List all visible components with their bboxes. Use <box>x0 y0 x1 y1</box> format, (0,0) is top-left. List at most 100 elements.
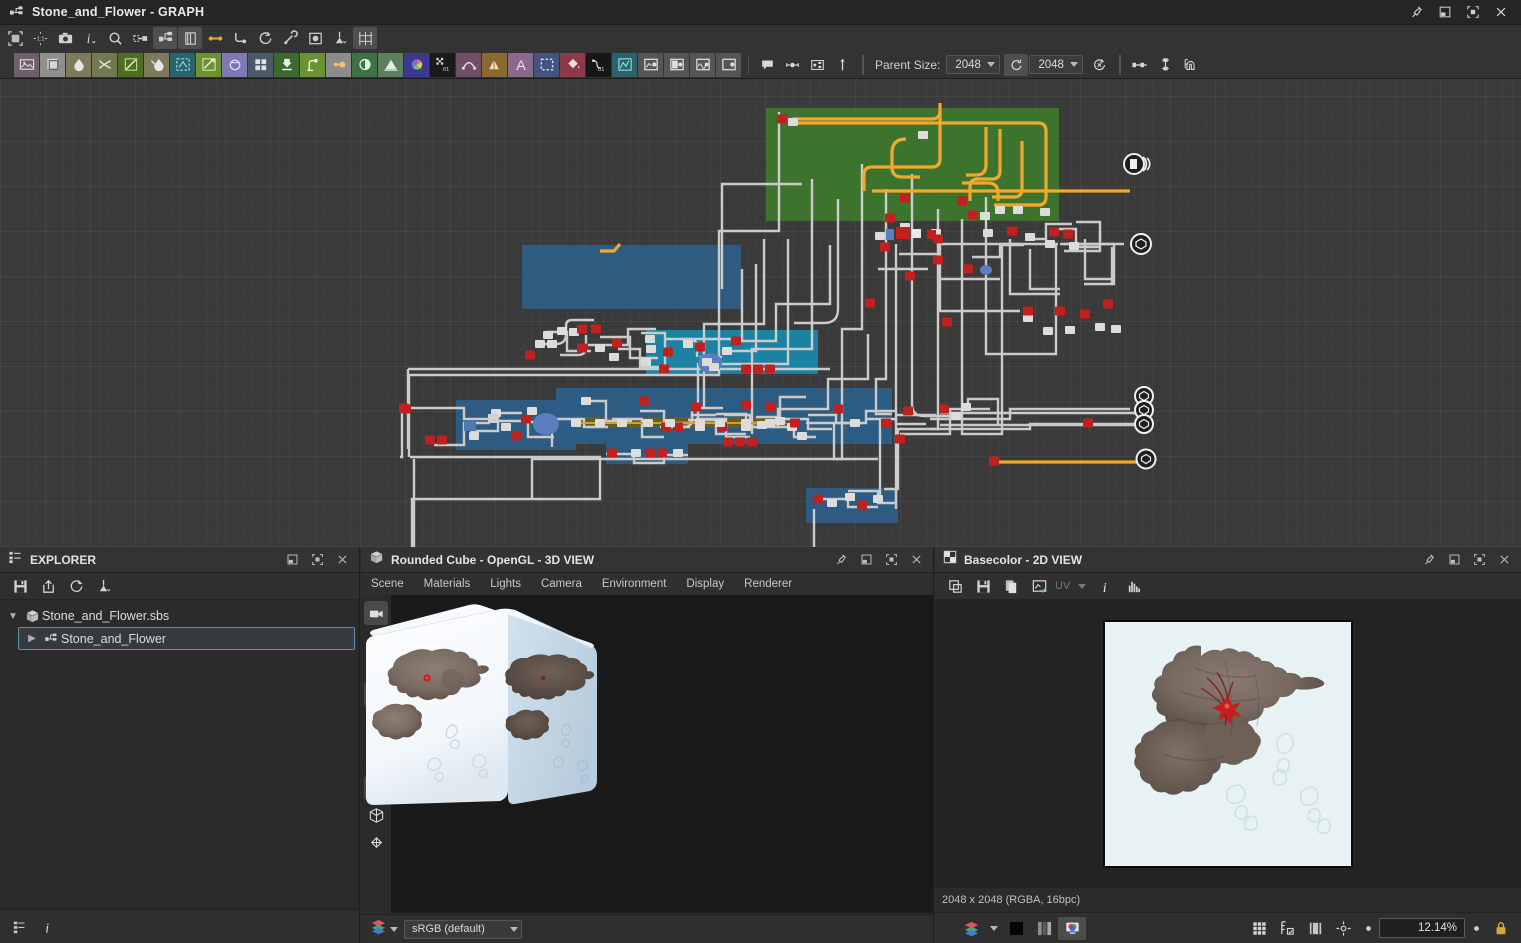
fit-view-button[interactable] <box>3 27 27 49</box>
blend-node-button[interactable] <box>326 52 351 77</box>
graph-link-button[interactable] <box>805 54 829 76</box>
info-icon[interactable]: i <box>78 27 102 49</box>
info-icon[interactable]: i <box>1092 575 1120 598</box>
histogram-node-button[interactable] <box>378 52 403 77</box>
grid-3x3-icon[interactable] <box>1245 917 1273 940</box>
chevron-down-icon[interactable] <box>390 926 398 932</box>
colorspace-dropdown[interactable]: sRGB (default) <box>404 919 522 939</box>
levels-node-button[interactable] <box>352 52 377 77</box>
channel-strips-button[interactable] <box>1030 917 1058 940</box>
menu-scene[interactable]: Scene <box>371 578 404 590</box>
black-swatch-button[interactable] <box>1002 917 1030 940</box>
duplicate-view-icon[interactable] <box>941 575 969 598</box>
size-width-dropdown[interactable]: 2048 <box>946 55 1001 74</box>
spline-node-button[interactable] <box>456 52 481 77</box>
chevron-right-icon[interactable]: ▶ <box>23 633 41 644</box>
tree-item-package[interactable]: ▼ Stone_and_Flower.sbs <box>0 605 359 627</box>
normal-node-button[interactable] <box>482 52 507 77</box>
shape-node-button[interactable] <box>222 52 247 77</box>
colorspace-icon[interactable] <box>369 918 388 940</box>
menu-environment[interactable]: Environment <box>602 578 667 590</box>
tree-item-graph[interactable]: ▶ Stone_and_Flower <box>18 627 355 650</box>
close-panel-button[interactable] <box>1492 547 1517 573</box>
menu-lights[interactable]: Lights <box>490 578 521 590</box>
chevron-down-icon[interactable] <box>990 925 998 931</box>
pattern-node-button[interactable]: 01 <box>430 52 455 77</box>
chevron-down-icon[interactable] <box>1078 583 1087 589</box>
info-icon[interactable]: i <box>34 915 62 938</box>
reset-size-button[interactable] <box>1087 54 1111 76</box>
maximize-button[interactable] <box>1459 0 1487 25</box>
lock-icon[interactable] <box>1487 917 1515 940</box>
grid-snap-icon[interactable] <box>353 27 377 49</box>
layers-icon[interactable] <box>957 917 985 940</box>
material-node-button[interactable] <box>612 52 637 77</box>
bakers-button[interactable] <box>1128 54 1152 76</box>
transform-node-button[interactable] <box>170 52 195 77</box>
curve-node-button[interactable] <box>118 52 143 77</box>
close-panel-button[interactable] <box>904 547 929 573</box>
size-height-dropdown[interactable]: 2048 <box>1029 55 1084 74</box>
fx-node-button[interactable] <box>690 52 715 77</box>
float-panel-button[interactable] <box>280 547 305 573</box>
close-button[interactable] <box>1487 0 1515 25</box>
menu-materials[interactable]: Materials <box>424 578 471 590</box>
reload-button[interactable] <box>62 575 90 598</box>
splatter-node-button[interactable] <box>274 52 299 77</box>
comment-button[interactable] <box>755 54 779 76</box>
menu-display[interactable]: Display <box>686 578 724 590</box>
histogram-icon[interactable] <box>1120 575 1148 598</box>
blur-node-button[interactable] <box>66 52 91 77</box>
texture-preview[interactable] <box>1103 620 1353 868</box>
menu-camera[interactable]: Camera <box>541 578 582 590</box>
chevron-down-icon[interactable]: ▼ <box>4 611 22 622</box>
dependencies-button[interactable] <box>1153 54 1177 76</box>
ruler-icon[interactable] <box>1273 917 1301 940</box>
wrench-icon[interactable] <box>278 27 302 49</box>
broom-icon[interactable] <box>90 575 118 598</box>
tile-node-button[interactable] <box>248 52 273 77</box>
camera-icon[interactable] <box>53 27 77 49</box>
pin-panel-button[interactable] <box>829 547 854 573</box>
copies-icon[interactable] <box>178 27 202 49</box>
scatter-node-button[interactable] <box>300 52 325 77</box>
close-panel-button[interactable] <box>330 547 355 573</box>
save-button[interactable] <box>6 575 34 598</box>
link-icon[interactable] <box>128 27 152 49</box>
connector-icon[interactable] <box>203 27 227 49</box>
magnet-button[interactable] <box>1178 54 1202 76</box>
float-panel-button[interactable] <box>1442 547 1467 573</box>
save-icon[interactable] <box>969 575 997 598</box>
node-graph-canvas[interactable] <box>0 79 1521 547</box>
pin-node-button[interactable] <box>830 54 854 76</box>
zoom-in-button[interactable] <box>1465 917 1487 940</box>
graph-layout-button[interactable] <box>153 27 177 49</box>
output-node-button[interactable] <box>638 52 663 77</box>
pan-icon[interactable] <box>1329 917 1357 940</box>
gradient2-node-button[interactable] <box>664 52 689 77</box>
gradient-node-button[interactable] <box>196 52 221 77</box>
maximize-panel-button[interactable] <box>305 547 330 573</box>
restore-button[interactable] <box>1431 0 1459 25</box>
align-icon[interactable] <box>228 27 252 49</box>
view-2d-canvas[interactable] <box>935 600 1521 888</box>
uv-check-icon[interactable] <box>1025 575 1053 598</box>
navigation-pin-button[interactable] <box>780 54 804 76</box>
zoom-value-input[interactable]: 12.14% <box>1379 918 1465 938</box>
text-node-button[interactable]: A <box>508 52 533 77</box>
copy-icon[interactable] <box>997 575 1025 598</box>
fit-image-icon[interactable] <box>1301 917 1329 940</box>
sequence-node-button[interactable]: 01 <box>586 52 611 77</box>
menu-renderer[interactable]: Renderer <box>744 578 792 590</box>
mask-icon[interactable] <box>303 27 327 49</box>
zoom-out-button[interactable] <box>1357 917 1379 940</box>
pin-panel-button[interactable] <box>1417 547 1442 573</box>
fill-node-button[interactable] <box>560 52 585 77</box>
zoom-1-1-button[interactable]: 1:1 <box>28 27 52 49</box>
shuffle-node-button[interactable] <box>92 52 117 77</box>
search-icon[interactable] <box>103 27 127 49</box>
paint-node-button[interactable] <box>144 52 169 77</box>
maximize-panel-button[interactable] <box>1467 547 1492 573</box>
bitmap-node-button[interactable] <box>14 52 39 77</box>
reset-clock-icon[interactable] <box>253 27 277 49</box>
